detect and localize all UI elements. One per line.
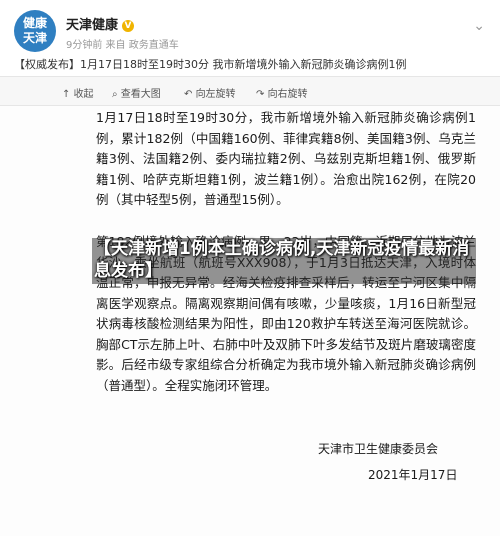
rotate-left-label: 向左旋转 bbox=[195, 89, 236, 100]
document-paragraph-1: 1月17日18时至19时30分，我市新增境外输入新冠肺炎确诊病例1例，累计182… bbox=[96, 110, 476, 207]
post-header: 健康 天津 天津健康 V 9分钟前 来自 政务直通车 ⌄ bbox=[0, 0, 500, 52]
collapse-label: 收起 bbox=[73, 89, 94, 100]
image-toolbar: ↑ 收起 ⌕ 查看大图 ↶ 向左旋转 ↷ 向右旋转 bbox=[0, 76, 500, 106]
collapse-icon: ↑ bbox=[62, 89, 74, 100]
rotate-left-button[interactable]: ↶ 向左旋转 bbox=[184, 85, 236, 100]
rotate-right-button[interactable]: ↷ 向右旋转 bbox=[256, 85, 308, 100]
account-name[interactable]: 天津健康 V bbox=[66, 14, 135, 33]
avatar[interactable]: 健康 天津 bbox=[14, 10, 56, 52]
more-dots-icon[interactable]: ⌄ bbox=[473, 18, 486, 34]
verified-badge-icon: V bbox=[122, 20, 135, 32]
zoom-icon: ⌕ bbox=[112, 89, 121, 100]
account-name-label: 天津健康 bbox=[66, 18, 119, 33]
post-meta: 9分钟前 来自 政务直通车 bbox=[66, 40, 179, 51]
view-image-button[interactable]: ⌕ 查看大图 bbox=[112, 85, 161, 100]
collapse-button[interactable]: ↑ 收起 bbox=[62, 85, 94, 100]
document-image[interactable]: 1月17日18时至19时30分，我市新增境外输入新冠肺炎确诊病例1例，累计182… bbox=[0, 106, 500, 536]
headline-overlay: 【天津新增1例本土确诊病例,天津新冠疫情最新消息发布】 bbox=[94, 239, 470, 281]
avatar-line2: 天津 bbox=[22, 31, 47, 45]
rotate-left-icon: ↶ bbox=[184, 89, 196, 100]
rotate-right-icon: ↷ bbox=[256, 89, 268, 100]
view-image-label: 查看大图 bbox=[120, 89, 161, 100]
post-title: 【权威发布】1月17日18时至19时30分 我市新增境外输入新冠肺炎确诊病例1例 bbox=[14, 58, 407, 71]
avatar-line1: 健康 bbox=[22, 16, 47, 30]
rotate-right-label: 向右旋转 bbox=[267, 89, 308, 100]
signature-org: 天津市卫生健康委员会 bbox=[318, 442, 439, 456]
signature-date: 2021年1月17日 bbox=[368, 468, 458, 482]
